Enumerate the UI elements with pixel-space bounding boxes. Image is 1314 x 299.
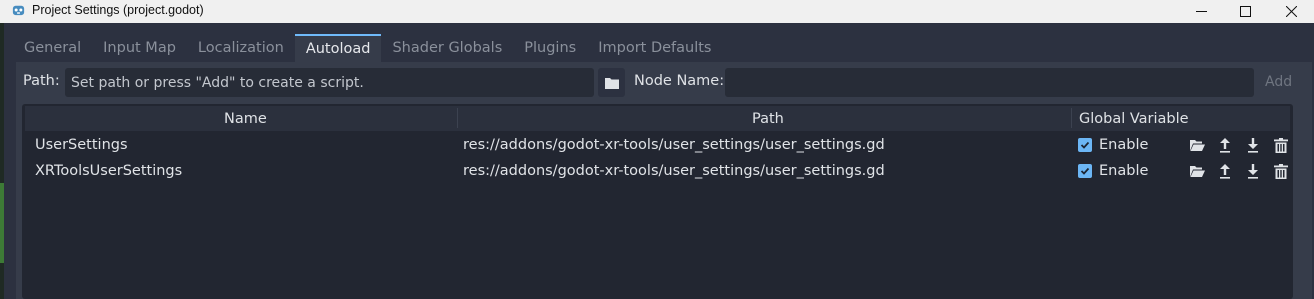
tab-plugins[interactable]: Plugins	[513, 34, 587, 62]
background-grass	[0, 183, 4, 263]
column-separator[interactable]	[457, 108, 458, 128]
maximize-button[interactable]	[1222, 0, 1268, 23]
maximize-icon	[1239, 6, 1251, 17]
open-folder-icon[interactable]	[1189, 137, 1205, 153]
minimize-icon	[1195, 11, 1207, 12]
tab-shader-globals[interactable]: Shader Globals	[381, 34, 513, 62]
add-button[interactable]: Add	[1265, 74, 1292, 90]
move-down-icon[interactable]	[1245, 137, 1261, 153]
table-row-path[interactable]: res://addons/godot-xr-tools/user_setting…	[463, 163, 885, 179]
tab-import-defaults[interactable]: Import Defaults	[587, 34, 722, 62]
tab-bar: General Input Map Localization Autoload …	[13, 34, 723, 62]
move-up-icon[interactable]	[1217, 137, 1233, 153]
godot-logo-icon	[12, 5, 25, 16]
table-row-name[interactable]: XRToolsUserSettings	[35, 163, 182, 179]
column-header-path: Path	[752, 111, 784, 127]
window-titlebar: Project Settings (project.godot)	[0, 0, 1314, 23]
path-label: Path:	[23, 73, 60, 89]
autoload-table	[22, 104, 1293, 299]
window-title: Project Settings (project.godot)	[32, 3, 204, 17]
column-separator[interactable]	[1071, 108, 1072, 128]
tab-input-map[interactable]: Input Map	[92, 34, 187, 62]
tab-autoload[interactable]: Autoload	[294, 34, 382, 62]
close-icon	[1285, 6, 1297, 17]
node-name-label: Node Name:	[634, 73, 725, 89]
browse-path-button[interactable]	[598, 68, 625, 97]
move-up-icon[interactable]	[1217, 163, 1233, 179]
delete-icon[interactable]	[1273, 163, 1289, 179]
column-header-name: Name	[224, 111, 267, 127]
enable-label[interactable]: Enable	[1099, 163, 1148, 179]
background-edge	[0, 23, 4, 299]
enable-label[interactable]: Enable	[1099, 137, 1148, 153]
table-row-path[interactable]: res://addons/godot-xr-tools/user_setting…	[463, 137, 885, 153]
table-row-name[interactable]: UserSettings	[35, 137, 128, 153]
column-header-global-variable: Global Variable	[1079, 111, 1189, 127]
delete-icon[interactable]	[1273, 137, 1289, 153]
move-down-icon[interactable]	[1245, 163, 1261, 179]
tab-localization[interactable]: Localization	[187, 34, 295, 62]
checkmark-icon	[1080, 141, 1090, 149]
enable-checkbox[interactable]	[1078, 138, 1092, 152]
node-name-input[interactable]	[725, 68, 1254, 97]
close-button[interactable]	[1268, 0, 1314, 23]
minimize-button[interactable]	[1178, 0, 1224, 23]
path-input[interactable]: Set path or press "Add" to create a scri…	[65, 68, 594, 97]
tab-general[interactable]: General	[13, 34, 92, 62]
open-folder-icon[interactable]	[1189, 163, 1205, 179]
folder-icon	[604, 77, 619, 89]
checkmark-icon	[1080, 167, 1090, 175]
enable-checkbox[interactable]	[1078, 164, 1092, 178]
